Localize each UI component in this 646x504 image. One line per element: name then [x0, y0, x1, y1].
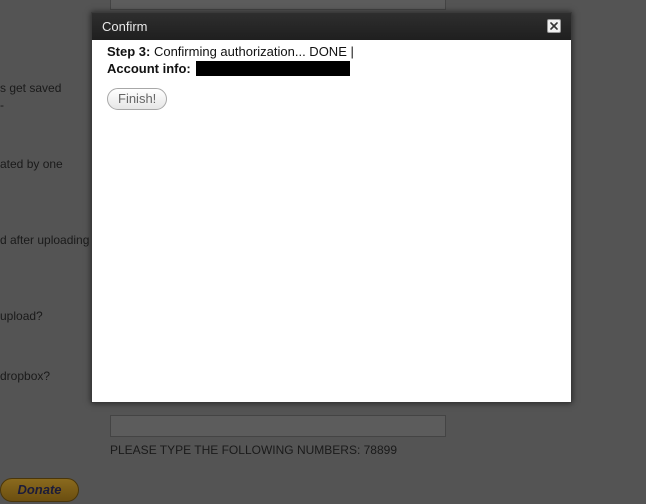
step-text: Confirming authorization... DONE | [150, 44, 354, 59]
background-text-3: ated by one [0, 157, 63, 171]
account-info-label: Account info: [107, 61, 191, 76]
finish-button[interactable]: Finish! [107, 88, 168, 110]
background-text-4: d after uploading [0, 233, 90, 247]
background-text-1: s get saved [0, 81, 62, 95]
captcha-input[interactable] [110, 415, 446, 437]
captcha-prompt: PLEASE TYPE THE FOLLOWING NUMBERS: 78899 [110, 443, 397, 457]
step-label: Step 3: [107, 44, 151, 59]
background-text-5: upload? [0, 309, 43, 323]
dialog-title: Confirm [102, 19, 148, 34]
background-text-6: dropbox? [0, 369, 51, 383]
redacted-account-info [196, 61, 351, 76]
account-info-line: Account info: [107, 60, 556, 77]
dialog-body: Step 3: Confirming authorization... DONE… [107, 43, 556, 77]
donate-button[interactable]: Donate [0, 478, 79, 502]
close-icon[interactable] [547, 19, 561, 33]
dialog-titlebar[interactable]: Confirm [92, 13, 571, 40]
background-text-2: - [0, 98, 4, 112]
confirm-dialog: Confirm Step 3: Confirming authorization… [91, 12, 572, 403]
step-status-line: Step 3: Confirming authorization... DONE… [107, 43, 556, 60]
background-input-top [110, 0, 446, 10]
